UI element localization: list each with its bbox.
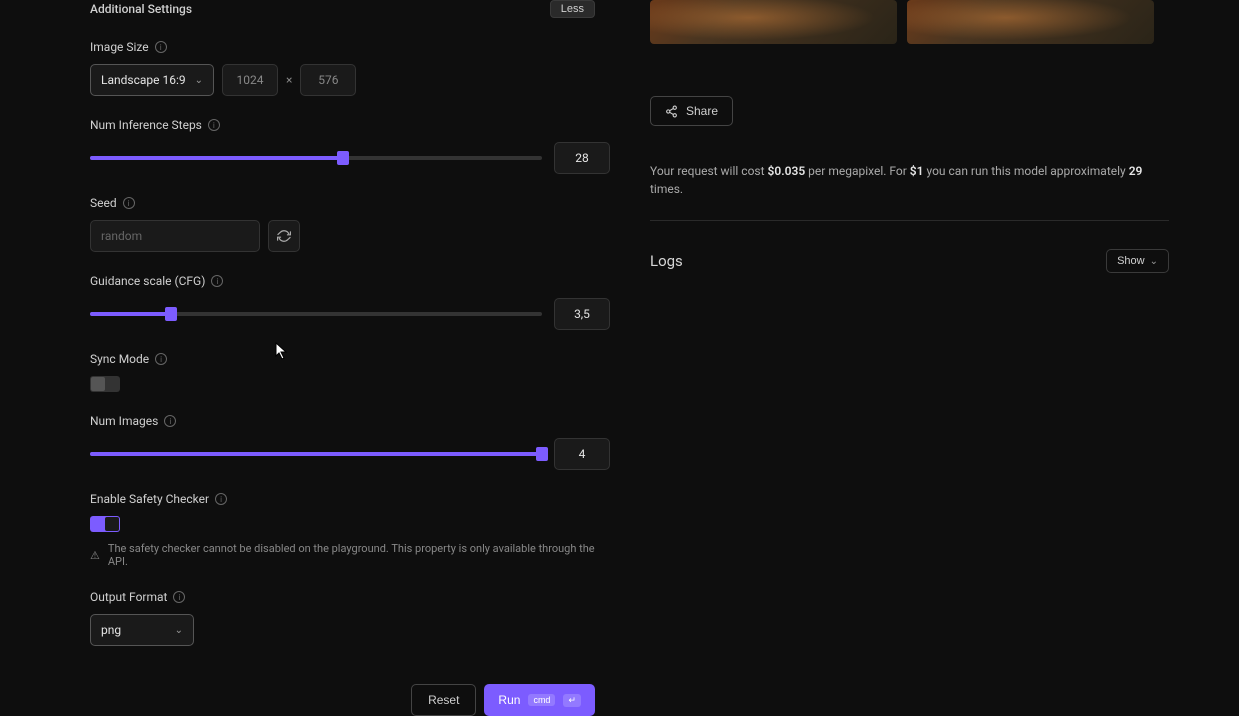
info-icon: i <box>173 591 185 603</box>
info-icon: i <box>211 275 223 287</box>
safety-label: Enable Safety Checker i <box>90 492 610 506</box>
chevron-down-icon: ⌄ <box>1150 256 1158 267</box>
guidance-slider[interactable] <box>90 312 542 316</box>
width-input[interactable]: 1024 <box>222 64 278 96</box>
seed-label: Seed i <box>90 196 610 210</box>
num-images-slider[interactable] <box>90 452 542 456</box>
image-size-select[interactable]: Landscape 16:9 ⌄ <box>90 64 214 96</box>
steps-slider[interactable] <box>90 156 542 160</box>
num-images-value[interactable]: 4 <box>554 438 610 470</box>
seed-randomize-button[interactable] <box>268 220 300 252</box>
guidance-value[interactable]: 3,5 <box>554 298 610 330</box>
steps-label: Num Inference Steps i <box>90 118 610 132</box>
chevron-down-icon: ⌄ <box>195 75 203 86</box>
warning-icon: ⚠ <box>90 549 100 562</box>
share-icon <box>665 105 678 118</box>
additional-settings-title: Additional Settings <box>90 2 192 16</box>
cmd-kbd: cmd <box>528 694 555 706</box>
run-button[interactable]: Run cmd ↵ <box>484 684 595 716</box>
chevron-down-icon: ⌄ <box>175 625 183 636</box>
info-icon: i <box>155 353 167 365</box>
result-image-1[interactable] <box>650 0 897 44</box>
result-image-2[interactable] <box>907 0 1154 44</box>
safety-toggle[interactable] <box>90 516 120 532</box>
info-icon: i <box>215 493 227 505</box>
steps-value[interactable]: 28 <box>554 142 610 174</box>
sync-mode-toggle[interactable] <box>90 376 120 392</box>
height-input[interactable]: 576 <box>300 64 356 96</box>
reset-button[interactable]: Reset <box>411 684 476 716</box>
less-button[interactable]: Less <box>550 0 595 18</box>
info-icon: i <box>208 119 220 131</box>
share-button[interactable]: Share <box>650 96 733 126</box>
dimension-separator: × <box>286 73 292 87</box>
safety-warning-text: The safety checker cannot be disabled on… <box>108 542 610 568</box>
output-format-select[interactable]: png ⌄ <box>90 614 194 646</box>
info-icon: i <box>155 41 167 53</box>
cost-text: Your request will cost $0.035 per megapi… <box>650 162 1169 198</box>
num-images-label: Num Images i <box>90 414 610 428</box>
refresh-icon <box>277 229 291 243</box>
seed-input[interactable]: random <box>90 220 260 252</box>
divider <box>650 220 1169 221</box>
sync-mode-label: Sync Mode i <box>90 352 610 366</box>
info-icon: i <box>123 197 135 209</box>
logs-title: Logs <box>650 252 683 270</box>
logs-show-button[interactable]: Show ⌄ <box>1106 249 1169 273</box>
enter-kbd: ↵ <box>563 694 581 707</box>
output-format-label: Output Format i <box>90 590 610 604</box>
info-icon: i <box>164 415 176 427</box>
guidance-label: Guidance scale (CFG) i <box>90 274 610 288</box>
image-size-label: Image Size i <box>90 40 610 54</box>
